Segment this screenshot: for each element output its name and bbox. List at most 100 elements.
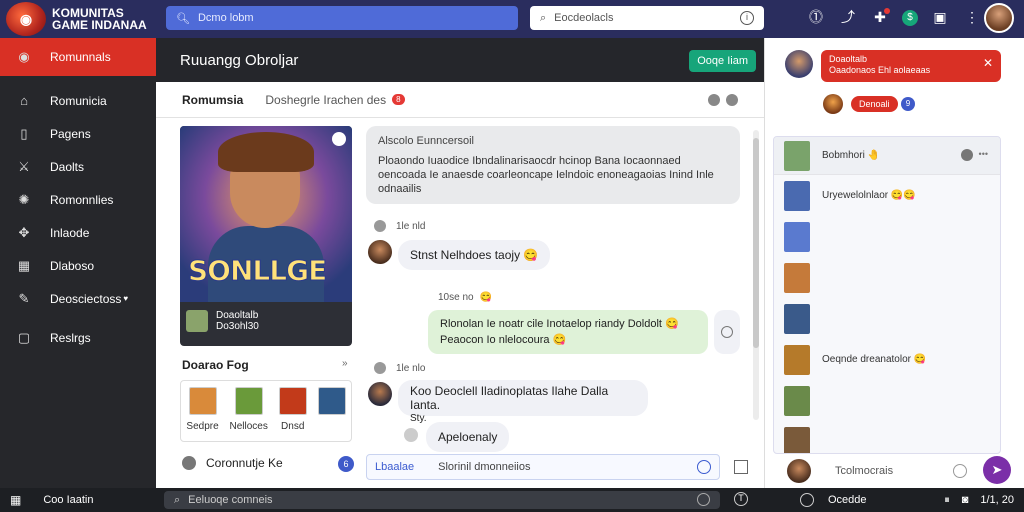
bottom-left-label: Coo Iaatin	[43, 494, 94, 506]
send-icon[interactable]: ➤	[983, 456, 1011, 484]
featured-game-card[interactable]: SONLLGE Doaoltalb Do3ohl30	[180, 126, 352, 346]
notification-icon[interactable]: ✚	[870, 7, 890, 27]
sidebar-item-reslrgs[interactable]: ▢ Reslrgs	[0, 321, 156, 354]
dollar-icon[interactable]: $	[902, 10, 918, 26]
community-link-label: Coronnutje Ke	[206, 456, 283, 470]
more-icon[interactable]	[726, 94, 738, 106]
community-link[interactable]: Coronnutje Ke	[182, 456, 283, 470]
message-input-placeholder: Slorinil dmonneiios	[438, 461, 531, 473]
input-label: Lbaalae	[375, 461, 415, 473]
sidebar-item-romonnlies[interactable]: ✺ Romonnlies	[0, 183, 156, 216]
grid-apps-icon[interactable]: ▦	[10, 493, 21, 507]
help-icon[interactable]: T	[734, 492, 748, 506]
sidebar-item-pagens[interactable]: ▯ Pagens	[0, 117, 156, 150]
grid-icon[interactable]	[734, 460, 748, 474]
emoji-icon[interactable]	[697, 460, 711, 474]
top-bar: ◉ KOMUNITAS GAME INDANAA 🔍︎ Dcmo lobm ⌕ …	[0, 0, 1024, 38]
own-message-emoji: 😋	[665, 318, 679, 330]
pause-icon[interactable]: ⏸	[944, 494, 950, 507]
feed-row[interactable]	[774, 257, 1000, 298]
recent-item[interactable]: Nelloces	[230, 387, 268, 441]
feed-row[interactable]	[774, 298, 1000, 339]
sidebar-item-inlaode[interactable]: ✥ Inlaode	[0, 216, 156, 249]
secondary-search-input[interactable]: ⌕ Eocdeolacls i	[530, 6, 764, 30]
sidebar-item-label: Dlaboso	[50, 258, 95, 273]
feed-text: Bobmhori 🤚	[822, 150, 880, 161]
calendar-icon: ▦	[17, 257, 31, 273]
notification-toast[interactable]: Doaoltalb Oaadonaos Ehl aolaeaas ✕	[821, 50, 1001, 82]
recent-item[interactable]: Sedpre	[186, 387, 219, 441]
read-receipt	[714, 310, 740, 354]
feed-header: Bobmhori 🤚 •••	[774, 137, 1000, 175]
close-icon[interactable]: ✕	[983, 57, 993, 69]
feed-thumb	[784, 303, 810, 334]
sidebar-item-label: Romonnlies	[50, 192, 114, 207]
bottom-right: ⏸ ◙ 1/1, 20	[944, 488, 1014, 512]
info-icon[interactable]: i	[740, 11, 754, 25]
gamepad-icon: ✥	[18, 224, 30, 240]
chat-message-emoji: 😋	[523, 248, 539, 262]
right-footer-text: Tcolmocrais	[835, 465, 894, 477]
notification-title: Doaoltalb	[829, 54, 868, 64]
close-circle-icon[interactable]	[960, 149, 973, 161]
recent-thumb	[278, 387, 307, 415]
chat-icon[interactable]: ▣	[930, 7, 950, 27]
feed-text-label: Bobmhori	[822, 150, 865, 161]
recent-item-label: Sedpre	[186, 421, 219, 432]
global-search-input[interactable]: 🔍︎ Dcmo lobm	[166, 6, 518, 30]
pill-count-badge: 9	[901, 97, 915, 111]
alert-circle-icon[interactable]: ⓵	[806, 7, 826, 27]
sidebar-item-deosciectoss[interactable]: ✎ Deosciectoss ♥	[0, 282, 156, 315]
community-badge[interactable]: 6	[338, 456, 354, 472]
user-avatar[interactable]	[984, 3, 1014, 33]
more-horizontal-icon[interactable]: •••	[979, 149, 988, 161]
sidebar-item-romunnals[interactable]: ◉ Romunnals	[0, 38, 166, 76]
settings-icon[interactable]	[708, 94, 720, 106]
share-icon[interactable]: ⤴	[838, 7, 858, 27]
notification-avatar	[785, 50, 813, 78]
clear-icon[interactable]	[697, 493, 710, 506]
new-chat-button[interactable]: Ooqe Iiam	[689, 50, 756, 72]
author-meta: Do3ohl30	[216, 321, 259, 332]
sidebar-item-daolts[interactable]: ⚔ Daolts	[0, 150, 156, 183]
chevron-right-icon[interactable]: »	[342, 358, 348, 369]
feed-thumb	[784, 221, 810, 252]
status-area: Ocedde	[800, 488, 867, 512]
feed-controls: •••	[960, 149, 988, 161]
chat-scrollbar[interactable]	[753, 130, 759, 420]
feed-row[interactable]	[774, 216, 1000, 257]
sender-avatar[interactable]	[368, 240, 392, 264]
recent-item[interactable]	[317, 387, 346, 441]
feed-emoji: 😋	[913, 354, 927, 365]
main-panel: Ruuangg Obroljar Ooqe Iiam Romumsia Dosh…	[156, 38, 764, 488]
page-icon: ▯	[20, 125, 28, 141]
chat-message: Apeloenaly	[426, 422, 510, 452]
search-icon: 🔍︎	[176, 12, 190, 25]
recent-thumb	[188, 387, 217, 415]
character-hat	[218, 132, 314, 172]
message-time: 1le nld	[396, 220, 426, 232]
channel-subheader: Romumsia Doshegrle Irachen des 8	[156, 82, 764, 118]
sidebar-item-dlaboso[interactable]: ▦ Dlaboso	[0, 249, 156, 282]
message-input[interactable]: Lbaalae Slorinil dmonneiios	[366, 454, 720, 480]
feed-emoji: 😋😋	[890, 190, 916, 201]
emoji-icon[interactable]	[953, 464, 967, 478]
sidebar-item-romunicia[interactable]: ⌂ Romunicia	[0, 84, 156, 117]
feed-row[interactable]	[774, 421, 1000, 453]
own-message-emoji: 😋	[552, 334, 567, 346]
status-pill[interactable]: Denoali	[851, 96, 898, 112]
pen-icon: ✎	[18, 290, 30, 306]
message-meta: 1le nld	[374, 220, 425, 232]
feed-row[interactable]	[774, 380, 1000, 421]
scrollbar-thumb[interactable]	[753, 138, 759, 348]
sidebar-nav: ◉ Romunnals ⌂ Romunicia ▯ Pagens ⚔ Daolt…	[0, 38, 166, 354]
more-vertical-icon[interactable]: ⋮	[962, 7, 982, 27]
bottom-search-input[interactable]: ⌕ Eeluoqe comneis	[164, 491, 720, 509]
feed-thumb	[784, 426, 810, 453]
sender-avatar[interactable]	[368, 382, 392, 406]
recent-item[interactable]: Dnsd	[278, 387, 307, 441]
feed-row[interactable]: Uryewelolnlaor 😋😋	[774, 175, 1000, 216]
feed-row[interactable]: Oeqnde dreanatolor 😋	[774, 339, 1000, 380]
pokeball-logo-icon[interactable]: ◉	[6, 2, 46, 36]
chat-bubble-icon[interactable]: ◙	[962, 494, 969, 506]
